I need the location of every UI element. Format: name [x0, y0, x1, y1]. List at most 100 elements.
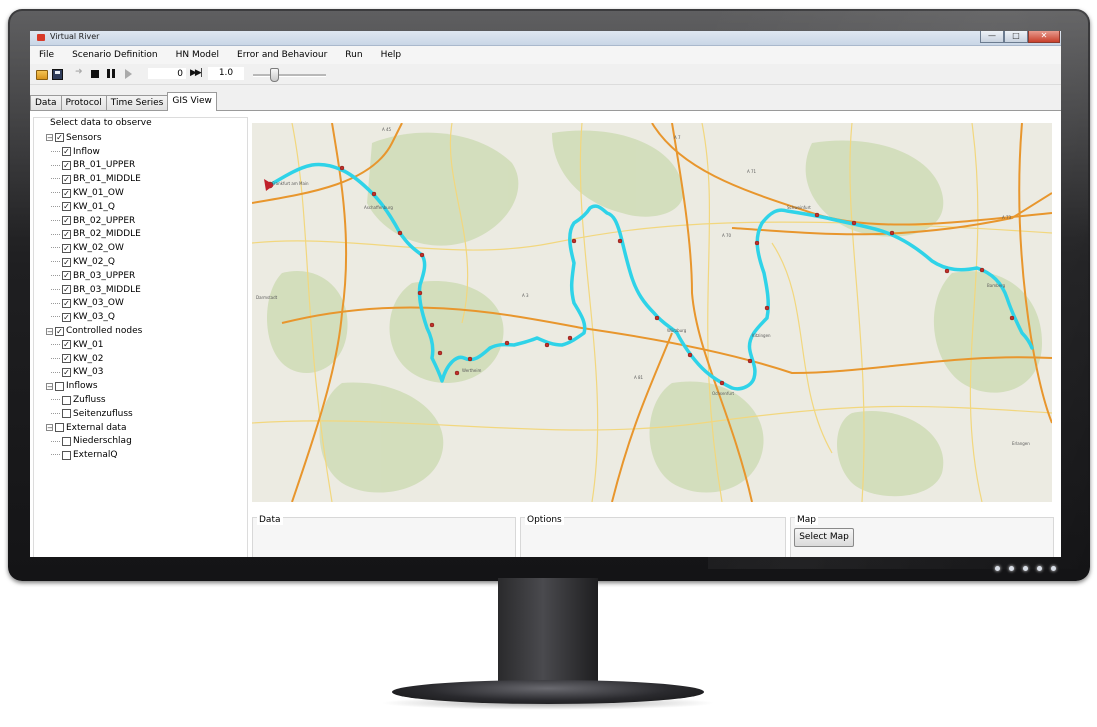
tree-group-inflows[interactable]: − Inflows: [46, 379, 142, 393]
checkbox[interactable]: ✓: [62, 243, 71, 253]
tree-item-kw-03-q[interactable]: ✓ KW_03_Q: [46, 310, 142, 324]
tree-item-zufluss[interactable]: Zufluss: [46, 393, 142, 407]
tab-protocol[interactable]: Protocol: [60, 95, 107, 111]
checkbox[interactable]: ✓: [62, 188, 71, 198]
tree-item-kw-03[interactable]: ✓ KW_03: [46, 366, 142, 380]
checkbox[interactable]: ✓: [62, 285, 71, 295]
speed-slider-track[interactable]: [253, 74, 326, 77]
checkbox-inflows[interactable]: [55, 381, 64, 391]
tree-label: KW_02_Q: [73, 257, 116, 268]
stop-icon[interactable]: [91, 70, 99, 78]
menu-error-and-behaviour[interactable]: Error and Behaviour: [228, 50, 336, 60]
title-bar[interactable]: Virtual River — □ ✕: [30, 31, 1061, 46]
tree-label: Seitenzufluss: [73, 408, 133, 419]
tree-group-external-data[interactable]: − External data: [46, 421, 142, 435]
pause-icon[interactable]: [107, 69, 110, 78]
monitor-indicator-lights: [995, 566, 1056, 571]
select-map-button[interactable]: Select Map: [794, 528, 854, 547]
checkbox[interactable]: ✓: [62, 174, 71, 184]
data-group: Data: [252, 515, 516, 557]
tree-label: External data: [66, 422, 127, 433]
tree-label: KW_02: [73, 353, 104, 364]
tree-label: KW_03: [73, 367, 104, 378]
tree-label: Zufluss: [73, 395, 106, 406]
tree-item-br-03-middle[interactable]: ✓ BR_03_MIDDLE: [46, 283, 142, 297]
checkbox[interactable]: ✓: [62, 160, 71, 170]
map-label-a7: A 7: [674, 135, 681, 140]
open-folder-icon[interactable]: [36, 70, 48, 80]
tree-label: BR_02_MIDDLE: [73, 229, 141, 240]
menu-hn-model[interactable]: HN Model: [167, 50, 228, 60]
fast-forward-icon[interactable]: ▶▶|: [190, 68, 203, 78]
checkbox[interactable]: ✓: [62, 147, 71, 157]
checkbox-controlled-nodes[interactable]: ✓: [55, 326, 64, 336]
checkbox[interactable]: ✓: [62, 216, 71, 226]
tab-time-series[interactable]: Time Series: [105, 95, 169, 111]
tree-label: BR_03_UPPER: [73, 270, 136, 281]
tree-item-niederschlag[interactable]: Niederschlag: [46, 435, 142, 449]
checkbox[interactable]: [62, 409, 71, 419]
map-label-erlangen: Erlangen: [1012, 441, 1030, 446]
tree-item-kw-02[interactable]: ✓ KW_02: [46, 352, 142, 366]
tree-item-br-01-upper[interactable]: ✓ BR_01_UPPER: [46, 159, 142, 173]
collapse-icon[interactable]: −: [46, 134, 53, 142]
checkbox[interactable]: ✓: [62, 367, 71, 377]
speed-slider-thumb[interactable]: [270, 68, 279, 82]
gis-map[interactable]: A 45 A 7 A 71 A 3 A 81 A 70 A 73 Frankfu…: [252, 123, 1052, 502]
save-icon[interactable]: [52, 69, 63, 80]
collapse-icon[interactable]: −: [46, 382, 53, 390]
speed-field[interactable]: 1.0: [208, 67, 244, 80]
menu-run[interactable]: Run: [336, 50, 371, 60]
play-icon[interactable]: [125, 69, 132, 79]
checkbox[interactable]: ✓: [62, 257, 71, 267]
checkbox-sensors[interactable]: ✓: [55, 133, 64, 143]
monitor-stand-neck: [498, 578, 598, 688]
tree-group-sensors[interactable]: − ✓ Sensors: [46, 131, 142, 145]
options-group-title: Options: [525, 515, 564, 525]
menu-scenario-definition[interactable]: Scenario Definition: [63, 50, 167, 60]
checkbox[interactable]: ✓: [62, 312, 71, 322]
checkbox[interactable]: ✓: [62, 271, 71, 281]
tree-item-kw-01-q[interactable]: ✓ KW_01_Q: [46, 200, 142, 214]
map-canvas[interactable]: [252, 123, 1052, 502]
step-counter-field[interactable]: 0: [147, 67, 187, 80]
checkbox[interactable]: [62, 395, 71, 405]
tree-group-controlled-nodes[interactable]: − ✓ Controlled nodes: [46, 324, 142, 338]
map-label-a73: A 73: [1002, 215, 1012, 220]
tree-item-kw-01-ow[interactable]: ✓ KW_01_OW: [46, 186, 142, 200]
tree-item-kw-01[interactable]: ✓ KW_01: [46, 338, 142, 352]
map-label-kitzingen: Kitzingen: [752, 333, 771, 338]
collapse-icon[interactable]: −: [46, 327, 53, 335]
data-selection-title: Select data to observe: [48, 118, 154, 128]
tree-item-br-01-middle[interactable]: ✓ BR_01_MIDDLE: [46, 172, 142, 186]
tab-bar: Data Protocol Time Series GIS View: [30, 92, 217, 111]
tab-gis-view[interactable]: GIS View: [167, 92, 217, 111]
checkbox[interactable]: [62, 436, 71, 446]
toolbar: ➜ 0 ▶▶| 1.0: [30, 64, 1061, 85]
tree-item-inflow[interactable]: ✓ Inflow: [46, 145, 142, 159]
step-icon[interactable]: ➜: [75, 67, 83, 77]
menu-help[interactable]: Help: [372, 50, 411, 60]
tree-item-kw-03-ow[interactable]: ✓ KW_03_OW: [46, 297, 142, 311]
menu-file[interactable]: File: [30, 50, 63, 60]
checkbox[interactable]: ✓: [62, 354, 71, 364]
checkbox[interactable]: ✓: [62, 340, 71, 350]
tree-item-br-02-upper[interactable]: ✓ BR_02_UPPER: [46, 214, 142, 228]
maximize-button[interactable]: □: [1004, 31, 1028, 43]
map-label-a45: A 45: [382, 127, 392, 132]
close-button[interactable]: ✕: [1028, 31, 1060, 43]
collapse-icon[interactable]: −: [46, 424, 53, 432]
minimize-button[interactable]: —: [980, 31, 1004, 43]
tree-item-externalq[interactable]: ExternalQ: [46, 448, 142, 462]
tree-item-kw-02-q[interactable]: ✓ KW_02_Q: [46, 255, 142, 269]
checkbox[interactable]: ✓: [62, 202, 71, 212]
checkbox[interactable]: ✓: [62, 298, 71, 308]
tree-item-br-03-upper[interactable]: ✓ BR_03_UPPER: [46, 269, 142, 283]
checkbox[interactable]: [62, 450, 71, 460]
tab-data[interactable]: Data: [30, 95, 62, 111]
checkbox[interactable]: ✓: [62, 229, 71, 239]
checkbox-external-data[interactable]: [55, 423, 64, 433]
tree-item-kw-02-ow[interactable]: ✓ KW_02_OW: [46, 241, 142, 255]
tree-item-seitenzufluss[interactable]: Seitenzufluss: [46, 407, 142, 421]
tree-item-br-02-middle[interactable]: ✓ BR_02_MIDDLE: [46, 228, 142, 242]
